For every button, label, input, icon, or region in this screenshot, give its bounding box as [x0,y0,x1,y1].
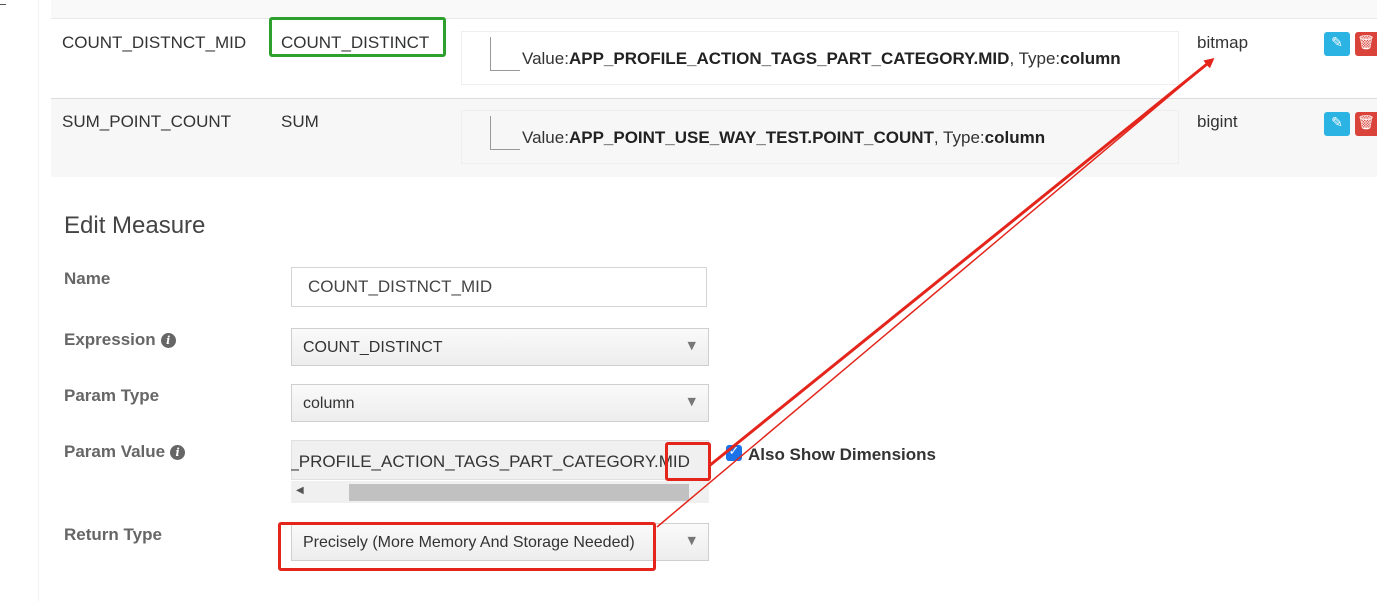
param-value-field[interactable]: P_PROFILE_ACTION_TAGS_PART_CATEGORY.MID [291,440,709,480]
also-show-dimensions-label[interactable]: Also Show Dimensions [748,445,936,465]
info-icon[interactable]: i [170,445,186,460]
checkmark-icon: ✓ [728,444,740,459]
param-value: APP_POINT_USE_WAY_TEST.POINT_COUNT [568,128,934,147]
caret-down-icon: ▼ [687,395,696,408]
delete-button[interactable]: 🗑 [1355,32,1377,56]
edit-button[interactable]: ✎ [1324,112,1350,136]
tree-branch [490,149,520,150]
measure-param-cell: Value:APP_PROFILE_ACTION_TAGS_PART_CATEG… [461,31,1179,85]
highlight-box-mid [665,442,711,481]
gutter-tick [0,4,6,5]
scrollbar-thumb[interactable] [349,484,689,501]
tree-line [490,116,491,150]
return-type-label: Return Type [64,525,162,544]
param-description: Value:APP_PROFILE_ACTION_TAGS_PART_CATEG… [522,49,1121,69]
measures-table: COUNT_DISTNCT_MID COUNT_DISTINCT Value:A… [51,0,1377,177]
param-type-select[interactable]: column ▼ [291,384,709,422]
param-type-label: Param Type [64,386,160,405]
tree-line [490,37,491,71]
left-gutter [0,0,39,601]
pencil-icon: ✎ [1331,115,1343,131]
param-value-label-text: Param Value [64,442,166,461]
expression-label: Expression i [64,330,176,350]
delete-button[interactable]: 🗑 [1355,112,1377,136]
edit-button[interactable]: ✎ [1324,32,1350,56]
measure-return-type-cell: bitmap [1197,33,1249,52]
table-row: SUM_POINT_COUNT SUM Value:APP_POINT_USE_… [51,99,1377,177]
highlight-box-return-type [278,522,656,571]
pencil-icon: ✎ [1331,35,1343,51]
measure-name-cell: COUNT_DISTNCT_MID [62,33,247,52]
param-description: Value:APP_POINT_USE_WAY_TEST.POINT_COUNT… [522,128,1045,148]
name-input[interactable] [291,267,707,307]
param-type-prefix: , Type: [933,128,985,147]
expression-label-text: Expression [64,330,156,349]
measure-param-cell: Value:APP_POINT_USE_WAY_TEST.POINT_COUNT… [461,110,1179,164]
edit-measure-title: Edit Measure [64,212,206,239]
tree-branch [490,70,520,71]
param-value: APP_PROFILE_ACTION_TAGS_PART_CATEGORY.MI… [568,49,1010,68]
param-type: column [1060,49,1121,68]
param-type-prefix: , Type: [1009,49,1061,68]
scroll-left-icon[interactable]: ◀ [296,485,304,496]
param-value-prefix: Value: [522,49,569,68]
expression-select[interactable]: COUNT_DISTINCT ▼ [291,328,709,366]
also-show-dimensions-checkbox[interactable]: ✓ [726,444,742,461]
caret-down-icon: ▼ [687,339,696,352]
measure-return-type-cell: bigint [1197,112,1238,131]
param-type-selected-value: column [303,395,355,412]
table-row: COUNT_DISTNCT_MID COUNT_DISTINCT Value:A… [51,19,1377,99]
highlight-box-expression [269,17,446,57]
table-header-strip [51,0,1377,19]
param-value-label: Param Value i [64,442,186,462]
param-type: column [984,128,1046,147]
trash-icon: 🗑 [1357,115,1375,131]
info-icon[interactable]: i [160,333,176,348]
caret-down-icon: ▼ [687,534,696,547]
horizontal-scrollbar[interactable]: ◀ [291,481,709,503]
param-value-select[interactable]: P_PROFILE_ACTION_TAGS_PART_CATEGORY.MID … [291,440,709,503]
measure-expression-cell: SUM [281,112,319,131]
expression-selected-value: COUNT_DISTINCT [303,339,443,356]
trash-icon: 🗑 [1357,35,1375,51]
param-value-prefix: Value: [522,128,569,147]
name-label: Name [64,269,111,288]
measure-name-cell: SUM_POINT_COUNT [62,112,232,131]
param-value-selected: P_PROFILE_ACTION_TAGS_PART_CATEGORY.MID [291,452,690,471]
